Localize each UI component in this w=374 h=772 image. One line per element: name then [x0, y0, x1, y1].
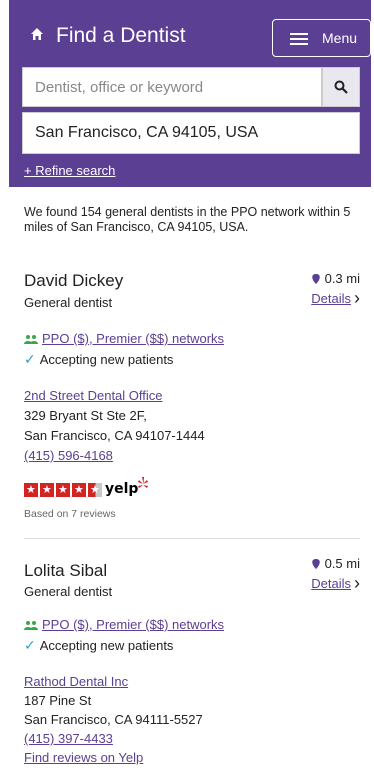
result-card: Lolita Sibal General dentist 0.5 mi Deta… [24, 556, 360, 772]
details-label: Details [311, 576, 351, 591]
find-reviews-link[interactable]: Find reviews on Yelp [24, 750, 143, 765]
yelp-star-icon [56, 483, 70, 497]
search-icon [334, 80, 348, 94]
networks-link[interactable]: PPO ($), Premier ($$) networks [24, 331, 224, 346]
dentist-name[interactable]: Lolita Sibal [24, 561, 107, 581]
home-icon[interactable] [30, 27, 44, 41]
office-link[interactable]: 2nd Street Dental Office [24, 388, 163, 403]
results-summary: We found 154 general dentists in the PPO… [24, 205, 351, 234]
yelp-star-icon [72, 483, 86, 497]
location-pin-icon [311, 273, 320, 284]
menu-label: Menu [322, 30, 358, 46]
accepting-text: Accepting new patients [39, 352, 174, 367]
details-link[interactable]: Details › [311, 573, 360, 593]
networks-text: PPO ($), Premier ($$) networks [42, 331, 225, 346]
search-button[interactable] [322, 67, 360, 107]
details-label: Details [311, 291, 351, 306]
accepting-status: ✓ Accepting new patients [24, 351, 173, 368]
distance: 0.3 mi [310, 271, 360, 286]
address-line-2: San Francisco, CA 94107-1444 [24, 428, 205, 443]
dentist-type: General dentist [24, 584, 113, 599]
result-divider [24, 538, 360, 539]
location-pin-icon [311, 558, 320, 569]
location-input[interactable]: San Francisco, CA 94105, USA [22, 112, 360, 154]
page-title: Find a Dentist [56, 24, 186, 47]
yelp-burst-icon [138, 477, 148, 488]
details-link[interactable]: Details › [311, 288, 360, 308]
accepting-status: ✓ Accepting new patients [24, 637, 173, 654]
result-card: David Dickey General dentist 0.3 mi Deta… [24, 271, 360, 521]
yelp-star-icon [40, 483, 54, 497]
check-icon: ✓ [24, 351, 36, 367]
yelp-rating [24, 483, 102, 497]
distance-value: 0.3 mi [324, 271, 360, 286]
menu-button[interactable]: Menu [272, 19, 371, 57]
yelp-star-icon [88, 483, 102, 497]
reviews-count: Based on 7 reviews [24, 508, 116, 520]
search-header: Find a Dentist Menu Dentist, office or k… [9, 0, 371, 187]
phone-link[interactable]: (415) 397-4433 [24, 731, 113, 746]
check-icon: ✓ [24, 637, 36, 653]
refine-search-link[interactable]: + Refine search [24, 163, 115, 178]
search-input[interactable]: Dentist, office or keyword [22, 67, 322, 107]
distance: 0.5 mi [310, 556, 360, 571]
address-line-1: 329 Bryant St Ste 2F, [24, 408, 147, 423]
yelp-logo[interactable]: yelp [105, 481, 138, 497]
phone-link[interactable]: (415) 596-4168 [24, 448, 113, 463]
distance-value: 0.5 mi [324, 556, 360, 571]
network-people-icon [24, 334, 38, 344]
networks-text: PPO ($), Premier ($$) networks [42, 617, 225, 632]
address-line-1: 187 Pine St [24, 693, 92, 708]
chevron-right-icon: › [354, 288, 360, 308]
network-people-icon [24, 620, 38, 630]
chevron-right-icon: › [354, 573, 360, 593]
networks-link[interactable]: PPO ($), Premier ($$) networks [24, 617, 224, 632]
accepting-text: Accepting new patients [39, 638, 174, 653]
office-link[interactable]: Rathod Dental Inc [24, 674, 128, 689]
yelp-star-icon [24, 483, 38, 497]
dentist-type: General dentist [24, 295, 113, 310]
address-line-2: San Francisco, CA 94111-5527 [24, 712, 203, 727]
dentist-name[interactable]: David Dickey [24, 271, 123, 291]
menu-icon [290, 33, 308, 45]
